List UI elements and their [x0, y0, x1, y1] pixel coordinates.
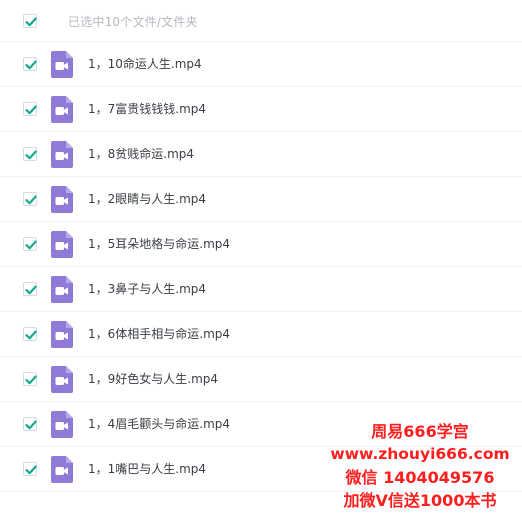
file-name[interactable]: 1，1嘴巴与人生.mp4 [88, 460, 206, 477]
checkmark-icon [25, 105, 37, 115]
selection-header: 已选中10个文件/文件夹 [0, 0, 522, 42]
file-row[interactable]: 1，8贫贱命运.mp4 [0, 132, 522, 177]
watermark-line-2: www.zhouyi666.com [330, 445, 510, 463]
file-name[interactable]: 1，8贫贱命运.mp4 [88, 145, 194, 162]
file-row[interactable]: 1，9好色女与人生.mp4 [0, 357, 522, 402]
file-checkbox[interactable] [23, 237, 37, 251]
video-file-icon [51, 456, 73, 483]
video-file-icon [51, 141, 73, 168]
file-name[interactable]: 1，9好色女与人生.mp4 [88, 370, 218, 387]
file-name[interactable]: 1，3鼻子与人生.mp4 [88, 280, 206, 297]
checkmark-icon [25, 60, 37, 70]
video-file-icon [51, 186, 73, 213]
file-checkbox[interactable] [23, 372, 37, 386]
checkmark-icon [25, 240, 37, 250]
selection-count-label: 已选中10个文件/文件夹 [68, 15, 198, 29]
file-checkbox[interactable] [23, 102, 37, 116]
file-checkbox[interactable] [23, 147, 37, 161]
checkmark-icon [25, 465, 37, 475]
file-name[interactable]: 1，2眼睛与人生.mp4 [88, 190, 206, 207]
checkmark-icon [25, 285, 37, 295]
file-row[interactable]: 1，3鼻子与人生.mp4 [0, 267, 522, 312]
checkmark-icon [25, 17, 37, 27]
file-checkbox[interactable] [23, 192, 37, 206]
file-row[interactable]: 1，5耳朵地格与命运.mp4 [0, 222, 522, 267]
watermark-line-3: 微信 1404049576 [345, 468, 495, 487]
file-row[interactable]: 1，2眼睛与人生.mp4 [0, 177, 522, 222]
video-file-icon [51, 366, 73, 393]
file-checkbox[interactable] [23, 417, 37, 431]
video-file-icon [51, 411, 73, 438]
file-checkbox[interactable] [23, 57, 37, 71]
file-row[interactable]: 1，10命运人生.mp4 [0, 42, 522, 87]
file-name[interactable]: 1，4眉毛颧头与命运.mp4 [88, 415, 230, 432]
file-row[interactable]: 1，7富贵钱钱钱.mp4 [0, 87, 522, 132]
file-list-page: 已选中10个文件/文件夹 1，10命运人生.mp4 1，7富贵钱钱钱.mp4 1，8… [0, 0, 522, 516]
file-name[interactable]: 1，7富贵钱钱钱.mp4 [88, 100, 206, 117]
watermark-line-1: 周易666学宫 [371, 422, 469, 441]
checkmark-icon [25, 330, 37, 340]
select-all-checkbox[interactable] [23, 14, 37, 28]
file-checkbox[interactable] [23, 282, 37, 296]
file-name[interactable]: 1，10命运人生.mp4 [88, 55, 202, 72]
file-name[interactable]: 1，6体相手相与命运.mp4 [88, 325, 230, 342]
video-file-icon [51, 51, 73, 78]
video-file-icon [51, 321, 73, 348]
checkmark-icon [25, 420, 37, 430]
watermark-overlay: 周易666学宫 www.zhouyi666.com 微信 1404049576 … [322, 420, 518, 512]
file-row[interactable]: 1，6体相手相与命运.mp4 [0, 312, 522, 357]
video-file-icon [51, 96, 73, 123]
checkmark-icon [25, 150, 37, 160]
file-checkbox[interactable] [23, 462, 37, 476]
video-file-icon [51, 231, 73, 258]
watermark-line-4: 加微V信送1000本书 [343, 491, 497, 510]
file-name[interactable]: 1，5耳朵地格与命运.mp4 [88, 235, 230, 252]
video-file-icon [51, 276, 73, 303]
checkmark-icon [25, 195, 37, 205]
checkmark-icon [25, 375, 37, 385]
file-checkbox[interactable] [23, 327, 37, 341]
